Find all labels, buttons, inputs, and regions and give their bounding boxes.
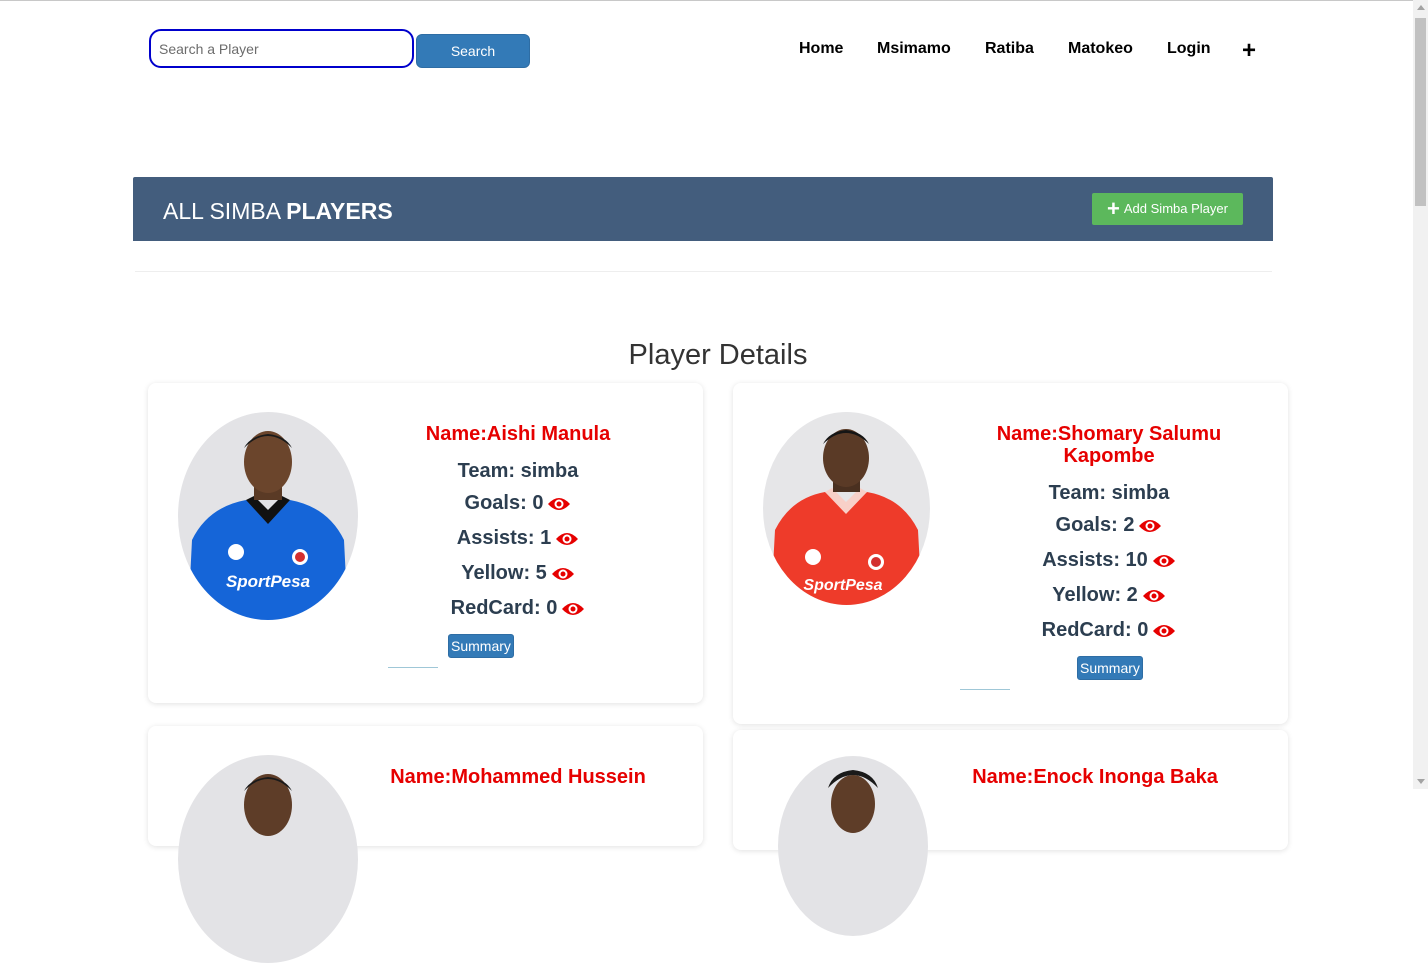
yellow-text: Yellow: 5 (461, 562, 547, 584)
title-light: ALL SIMBA (163, 198, 287, 224)
redcard-text: RedCard: 0 (450, 597, 558, 619)
nav-home-link[interactable]: Home (799, 40, 843, 58)
player-team: Team: simba (1048, 482, 1170, 504)
player-redcard: RedCard: 0 (368, 592, 668, 627)
player-yellow: Yellow: 5 (368, 557, 668, 592)
player-assists: Assists: 1 (368, 522, 668, 557)
player-card: SportPesa Name:Shomary Salumu Kapombe Te… (733, 383, 1288, 724)
player-name: Name:Aishi Manula (425, 423, 611, 445)
player-team: Team: simba (457, 460, 579, 482)
player-goals: Goals: 0 (368, 487, 668, 522)
player-card: SportPesa Name:Aishi Manula Team: simba … (148, 383, 703, 703)
player-photo (178, 755, 358, 963)
eye-icon[interactable] (1152, 547, 1176, 579)
player-goals: Goals: 2 (959, 509, 1259, 544)
eye-icon[interactable] (1152, 617, 1176, 649)
players-header-bar: ALL SIMBA PLAYERS + Add Simba Player (133, 177, 1273, 241)
eye-icon[interactable] (561, 595, 585, 627)
player-info: Name:Enock Inonga Baka (945, 766, 1245, 798)
player-assists: Assists: 10 (959, 544, 1259, 579)
scroll-down-icon[interactable] (1417, 779, 1425, 784)
svg-text:SportPesa: SportPesa (226, 572, 310, 591)
search-input[interactable] (149, 29, 414, 68)
page-title: ALL SIMBA PLAYERS (163, 198, 393, 225)
add-plus-icon[interactable]: + (1242, 37, 1256, 65)
card-underline (960, 689, 1010, 690)
yellow-text: Yellow: 2 (1052, 584, 1138, 606)
svg-text:SportPesa: SportPesa (803, 577, 882, 594)
assists-text: Assists: 10 (1042, 549, 1148, 571)
player-info: Name:Shomary Salumu Kapombe Team: simba … (959, 423, 1259, 649)
card-underline (388, 667, 438, 668)
summary-button[interactable]: Summary (1077, 656, 1143, 680)
title-bold: PLAYERS (286, 198, 393, 224)
add-player-button[interactable]: + Add Simba Player (1092, 193, 1243, 225)
player-name: Name:Enock Inonga Baka (972, 766, 1218, 788)
player-redcard: RedCard: 0 (959, 614, 1259, 649)
summary-button[interactable]: Summary (448, 634, 514, 658)
goals-text: Goals: 0 (464, 492, 544, 514)
player-photo (778, 756, 928, 936)
player-name: Name:Mohammed Hussein (390, 766, 646, 788)
nav-login-link[interactable]: Login (1167, 40, 1211, 58)
nav-msimamo-link[interactable]: Msimamo (877, 40, 951, 58)
eye-icon[interactable] (1142, 582, 1166, 614)
player-name: Name:Shomary Salumu Kapombe (996, 423, 1222, 467)
eye-icon[interactable] (551, 560, 575, 592)
nav-ratiba-link[interactable]: Ratiba (985, 40, 1034, 58)
add-player-label: Add Simba Player (1123, 201, 1228, 216)
page-scrollbar[interactable] (1413, 0, 1428, 789)
eye-icon[interactable] (547, 490, 571, 522)
goals-text: Goals: 2 (1055, 514, 1135, 536)
redcard-text: RedCard: 0 (1041, 619, 1149, 641)
plus-icon: + (1107, 196, 1120, 221)
player-photo: SportPesa (763, 412, 930, 605)
scroll-up-icon[interactable] (1417, 5, 1425, 10)
eye-icon[interactable] (555, 525, 579, 557)
nav-matokeo-link[interactable]: Matokeo (1068, 40, 1133, 58)
player-card: Name:Mohammed Hussein (148, 726, 703, 963)
section-divider (135, 271, 1272, 272)
eye-icon[interactable] (1138, 512, 1162, 544)
player-photo: SportPesa (178, 412, 358, 620)
player-yellow: Yellow: 2 (959, 579, 1259, 614)
assists-text: Assists: 1 (456, 527, 552, 549)
player-info: Name:Aishi Manula Team: simba Goals: 0 A… (368, 423, 668, 627)
section-title: Player Details (628, 339, 808, 371)
search-button[interactable]: Search (416, 34, 530, 68)
player-card: Name:Enock Inonga Baka (733, 730, 1288, 936)
browser-top-border (0, 0, 1428, 1)
scrollbar-thumb[interactable] (1415, 18, 1426, 206)
player-info: Name:Mohammed Hussein (368, 766, 668, 798)
